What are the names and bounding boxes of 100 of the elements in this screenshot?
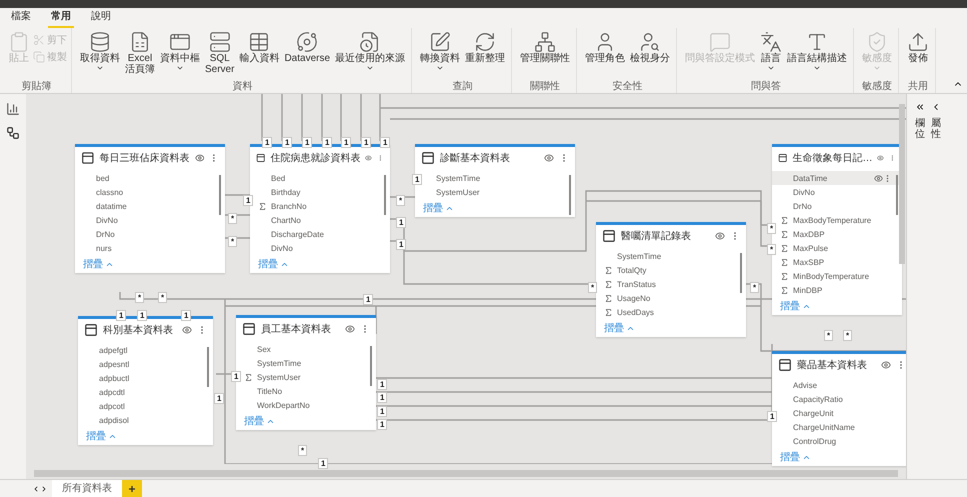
collapse-icon[interactable] xyxy=(915,102,925,112)
user-search-icon xyxy=(639,31,662,53)
ribbon-button[interactable]: 管理角色 xyxy=(583,31,628,64)
field-name: MaxSBP xyxy=(793,258,826,266)
eye-icon[interactable] xyxy=(345,324,355,334)
group-label: 問與答 xyxy=(751,81,782,93)
page-tab[interactable]: 所有資料表 xyxy=(52,480,122,497)
collapse-link[interactable]: 摺疊 xyxy=(772,299,819,315)
caret-icon xyxy=(436,64,444,72)
scrollbar[interactable] xyxy=(384,175,386,215)
cardinality-label: 1 xyxy=(137,310,148,321)
ribbon-button[interactable]: 重新整理 xyxy=(463,31,508,64)
cardinality-label: 1 xyxy=(116,310,126,321)
field-name: bed xyxy=(96,174,110,182)
collapse-link[interactable]: 摺疊 xyxy=(75,257,122,273)
table-card[interactable]: 每日三班佔床資料表 bed classno datatime DivNo DrNo nurs 摺疊 xyxy=(75,144,225,273)
eye-icon[interactable] xyxy=(544,153,554,163)
ribbon-button[interactable]: 語言 xyxy=(758,31,784,72)
ribbon-button[interactable]: Excel 活頁簿 xyxy=(123,31,157,75)
pane-tab[interactable]: 屬性 xyxy=(931,118,941,140)
cardinality-label: 1 xyxy=(396,239,406,250)
field-name: MinBodyTemperature xyxy=(793,272,870,280)
cardinality-label: 1 xyxy=(377,419,388,430)
sigma-icon xyxy=(258,202,267,210)
cardinality-label: 1 xyxy=(767,411,778,422)
ribbon-button[interactable]: SQL Server xyxy=(203,31,236,75)
collapse-link[interactable]: 摺疊 xyxy=(415,201,462,217)
eye-icon[interactable] xyxy=(365,153,372,163)
table-icon xyxy=(248,31,270,53)
eye-icon[interactable] xyxy=(874,174,883,182)
scrollbar[interactable] xyxy=(899,104,905,264)
table-title: 科別基本資料表 xyxy=(103,324,174,337)
collapse-link[interactable]: 摺疊 xyxy=(596,321,643,337)
table-title: 員工基本資料表 xyxy=(261,322,332,336)
group-label: 敏感度 xyxy=(862,81,892,93)
scrollbar[interactable] xyxy=(569,175,571,215)
field-name: ControlDrug xyxy=(793,436,838,446)
ribbon-tab[interactable]: 檔案 xyxy=(8,10,34,28)
orbit-icon xyxy=(296,31,318,53)
ribbon-button[interactable]: 發佈 xyxy=(905,31,932,64)
field-name: datatime xyxy=(96,202,128,210)
table-card[interactable]: 住院病患就診資料表 Bed Birthday BranchNo ChartNo DischargeDate DivNo 摺疊 xyxy=(250,144,390,273)
scrollbar[interactable] xyxy=(370,346,372,386)
ribbon-button[interactable]: 最近使用的來源 xyxy=(333,31,408,72)
previous-icon[interactable] xyxy=(32,484,40,492)
cardinality-label: 1 xyxy=(302,137,312,148)
table-card[interactable]: 醫囑清單記錄表 SystemTime TotalQty TranStatus UsageNo UsedDays 摺疊 xyxy=(596,222,746,337)
table-icon xyxy=(81,151,95,165)
ribbon-button[interactable]: 管理關聯性 xyxy=(518,31,572,64)
ribbon-button[interactable]: 檢視身分 xyxy=(628,31,672,64)
field-name: adpcotl xyxy=(99,402,126,410)
collapse-link[interactable]: 摺疊 xyxy=(78,429,125,445)
scrollbar[interactable] xyxy=(740,253,742,293)
field-name: TitleNo xyxy=(257,386,284,396)
eye-icon[interactable] xyxy=(881,360,891,370)
report-view-icon[interactable] xyxy=(6,102,20,116)
cardinality-label: * xyxy=(228,213,238,224)
add-page-button[interactable]: + xyxy=(122,480,142,497)
field-name: DischargeDate xyxy=(271,230,325,238)
table-card[interactable]: 生命徵象每日記… DataTime DivNo DrNo MaxBodyTemperature MaxDBP MaxPulse MaxSBP MinBodyTemperature MinDBP 摺疊 xyxy=(772,144,902,315)
ribbon-button[interactable]: 資料中樞 xyxy=(158,31,202,72)
eye-icon[interactable] xyxy=(877,153,884,163)
ribbon-button[interactable]: 語言結構描述 xyxy=(785,31,850,72)
eye-icon[interactable] xyxy=(194,153,204,163)
scrollbar[interactable] xyxy=(207,347,209,387)
field-name: adpdisol xyxy=(99,416,130,424)
field-name: adpbuctl xyxy=(99,374,130,382)
pane-tab[interactable]: 欄位 xyxy=(915,118,925,140)
field-name: SystemTime xyxy=(257,358,302,368)
network-icon xyxy=(534,31,556,53)
caret-icon xyxy=(813,64,822,72)
cardinality-label: 1 xyxy=(341,137,352,148)
ribbon-button[interactable]: Dataverse xyxy=(282,31,332,64)
collapse-link[interactable]: 摺疊 xyxy=(772,450,819,466)
ribbon-button[interactable]: 輸入資料 xyxy=(237,31,282,64)
eye-icon[interactable] xyxy=(182,325,192,335)
model-view-icon[interactable] xyxy=(6,126,20,140)
ribbon-tab[interactable]: 說明 xyxy=(88,10,114,28)
scrollbar[interactable] xyxy=(896,175,898,215)
next-icon[interactable] xyxy=(40,484,48,492)
language-icon xyxy=(760,31,782,53)
field-name: UsedDays xyxy=(617,308,655,316)
cardinality-label: 1 xyxy=(322,137,332,148)
caret-icon xyxy=(767,64,776,72)
spreadsheet-icon xyxy=(129,31,151,53)
window-icon xyxy=(169,31,191,53)
collapse-link[interactable]: 摺疊 xyxy=(250,257,297,273)
cardinality-label: 1 xyxy=(377,392,388,403)
cardinality-label: 1 xyxy=(377,379,388,390)
scrollbar[interactable] xyxy=(34,470,898,477)
copy-icon xyxy=(33,51,45,63)
cardinality-label: * xyxy=(843,330,852,341)
eye-icon[interactable] xyxy=(715,231,725,241)
edit-icon xyxy=(429,31,452,53)
ribbon-button[interactable]: 取得資料 xyxy=(78,31,122,72)
ribbon-button[interactable]: 轉換資料 xyxy=(418,31,462,72)
cardinality-label: * xyxy=(135,292,144,303)
cardinality-label: 1 xyxy=(231,371,242,382)
collapse-link[interactable]: 摺疊 xyxy=(236,414,283,430)
scrollbar[interactable] xyxy=(219,175,221,215)
